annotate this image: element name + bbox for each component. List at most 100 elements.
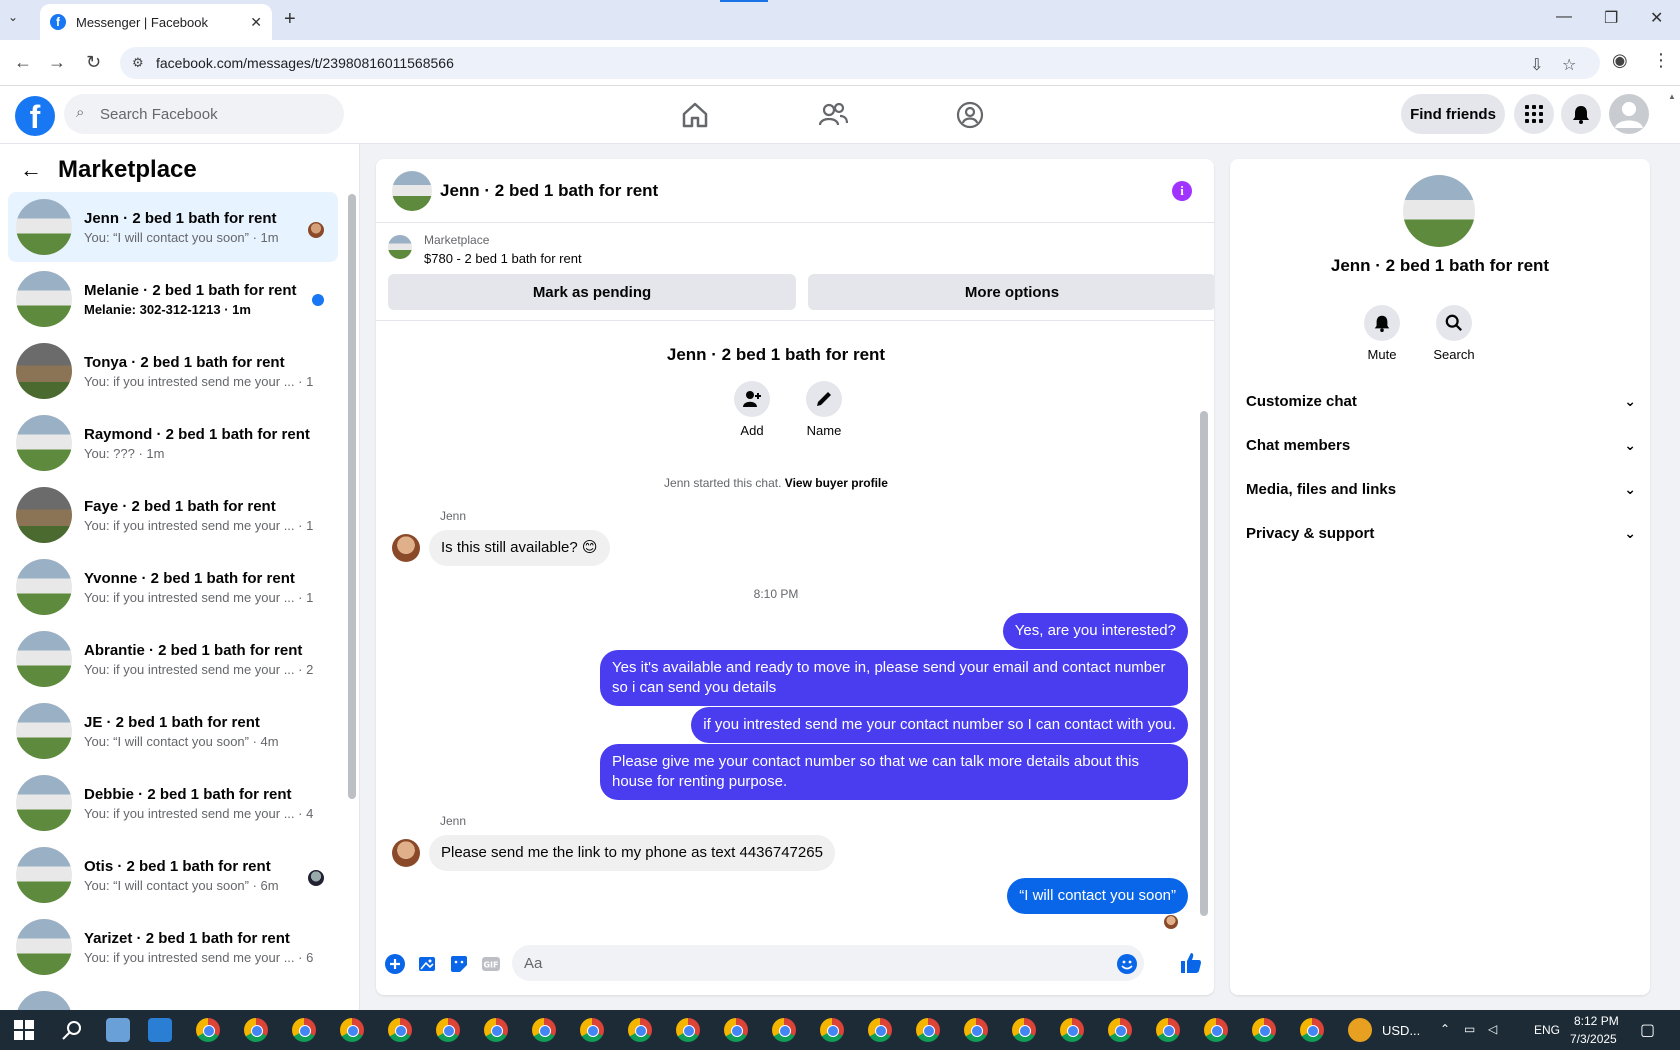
conversation-item[interactable]: Raymond · 2 bed 1 bath for rent You: ??? … (8, 408, 338, 478)
conversation-item[interactable]: Yarizet · 2 bed 1 bath for rent You: if y… (8, 912, 338, 982)
info-icon[interactable]: i (1172, 181, 1192, 201)
emoji-icon[interactable] (1116, 953, 1138, 975)
taskbar-chrome-icon[interactable] (916, 1018, 940, 1042)
gif-icon[interactable]: GIF (480, 953, 502, 975)
taskbar-chrome-icon[interactable] (628, 1018, 652, 1042)
clock-date[interactable]: 7/3/2025 (1570, 1032, 1617, 1046)
taskbar-chrome-icon[interactable] (244, 1018, 268, 1042)
taskbar-chrome-icon[interactable] (1252, 1018, 1276, 1042)
taskbar-chrome-icon[interactable] (580, 1018, 604, 1042)
thread-scrollbar[interactable] (1200, 411, 1208, 916)
listing-thumbnail[interactable] (388, 235, 412, 259)
outgoing-message[interactable]: if you intrested send me your contact nu… (691, 707, 1188, 743)
taskbar-currency-icon[interactable] (1348, 1018, 1372, 1042)
tray-network-icon[interactable]: ▭ (1464, 1022, 1475, 1036)
conversation-item[interactable]: Abrantie · 2 bed 1 bath for rent You: if … (8, 624, 338, 694)
address-bar[interactable]: ⚙ facebook.com/messages/t/23980816011568… (120, 47, 1600, 79)
taskbar-paint-icon[interactable] (106, 1018, 130, 1042)
forward-icon[interactable]: → (48, 52, 66, 73)
conversation-item[interactable]: Debbie · 2 bed 1 bath for rent You: if yo… (8, 768, 338, 838)
incoming-message[interactable]: Please send me the link to my phone as t… (429, 835, 835, 871)
facebook-logo[interactable]: f (15, 96, 55, 136)
back-icon[interactable]: ← (14, 52, 32, 73)
conversation-item[interactable]: Faye · 2 bed 1 bath for rent You: if you … (8, 480, 338, 550)
outgoing-message[interactable]: Yes, are you interested? (1002, 613, 1188, 649)
chat-title[interactable]: Jenn · 2 bed 1 bath for rent (440, 181, 658, 201)
taskbar-chrome-icon[interactable] (964, 1018, 988, 1042)
more-options-button[interactable]: More options (808, 274, 1214, 310)
privacy-support-section[interactable]: Privacy & support ⌄ (1246, 517, 1636, 549)
sender-avatar[interactable] (392, 839, 420, 867)
taskbar-chrome-icon[interactable] (1060, 1018, 1084, 1042)
install-app-icon[interactable]: ⇩ (1530, 55, 1543, 75)
taskbar-chrome-icon[interactable] (1012, 1018, 1036, 1042)
notifications-button[interactable] (1561, 94, 1601, 134)
name-button[interactable]: Name (794, 381, 854, 438)
account-avatar[interactable] (1609, 94, 1649, 134)
currency-widget[interactable]: USD... (1382, 1023, 1420, 1038)
taskbar-chrome-icon[interactable] (292, 1018, 316, 1042)
view-buyer-profile-link[interactable]: View buyer profile (785, 476, 888, 490)
outgoing-message[interactable]: Yes it's available and ready to move in,… (600, 650, 1188, 706)
taskbar-chrome-icon[interactable] (724, 1018, 748, 1042)
taskbar-chrome-icon[interactable] (1300, 1018, 1324, 1042)
page-scroll-up-icon[interactable]: ▲ (1668, 92, 1676, 101)
conversation-item[interactable]: Melanie · 2 bed 1 bath for rent Melanie: … (8, 264, 338, 334)
media-files-links-section[interactable]: Media, files and links ⌄ (1246, 473, 1636, 505)
taskbar-chrome-icon[interactable] (772, 1018, 796, 1042)
taskbar-chrome-icon[interactable] (484, 1018, 508, 1042)
chat-members-section[interactable]: Chat members ⌄ (1246, 429, 1636, 461)
customize-chat-section[interactable]: Customize chat ⌄ (1246, 385, 1636, 417)
taskbar-chrome-icon[interactable] (1156, 1018, 1180, 1042)
browser-menu-icon[interactable]: ⋮ (1652, 50, 1670, 71)
bookmark-star-icon[interactable]: ☆ (1562, 55, 1576, 75)
outgoing-message[interactable]: Please give me your contact number so th… (600, 744, 1188, 800)
profile-icon[interactable]: ◉ (1612, 50, 1628, 71)
message-input[interactable]: Aa (512, 945, 1144, 981)
taskbar-search-icon[interactable] (60, 1018, 84, 1042)
clock-time[interactable]: 8:12 PM (1574, 1014, 1619, 1028)
tab-close-icon[interactable]: ✕ (250, 14, 262, 31)
conversation-item[interactable]: Tonya · 2 bed 1 bath for rent You: if you… (8, 336, 338, 406)
add-button[interactable]: Add (722, 381, 782, 438)
window-close-icon[interactable]: ✕ (1650, 8, 1663, 28)
restore-icon[interactable]: ❐ (1604, 8, 1618, 28)
facebook-search-input[interactable]: ⌕ Search Facebook (64, 94, 344, 134)
conversation-item[interactable]: Stacey · 2 bed 1 bath for rent (8, 984, 338, 1010)
friends-icon[interactable] (818, 100, 848, 130)
sidebar-scrollbar[interactable] (348, 194, 356, 799)
tray-volume-icon[interactable]: ◁ (1488, 1022, 1497, 1036)
photo-icon[interactable] (416, 953, 438, 975)
taskbar-chrome-icon[interactable] (868, 1018, 892, 1042)
outgoing-message[interactable]: “I will contact you soon” (1007, 878, 1188, 914)
like-thumbs-up-icon[interactable] (1179, 951, 1203, 975)
mute-button[interactable]: Mute (1352, 305, 1412, 362)
browser-tab[interactable]: f Messenger | Facebook ✕ (40, 4, 272, 40)
incoming-message[interactable]: Is this still available? 😊 (429, 530, 610, 566)
taskbar-chrome-icon[interactable] (196, 1018, 220, 1042)
listing-price[interactable]: $780 - 2 bed 1 bath for rent (424, 251, 582, 266)
back-arrow-icon[interactable]: ← (20, 157, 42, 183)
menu-grid-icon[interactable] (1514, 94, 1554, 134)
home-icon[interactable] (680, 100, 710, 130)
tab-search-dropdown-icon[interactable]: ⌄ (8, 10, 18, 24)
new-tab-icon[interactable]: + (284, 8, 296, 31)
windows-start-icon[interactable] (12, 1018, 36, 1042)
plus-circle-icon[interactable] (384, 953, 406, 975)
site-info-icon[interactable]: ⚙ (132, 55, 144, 71)
conversation-item[interactable]: Jenn · 2 bed 1 bath for rent You: “I will… (8, 192, 338, 262)
taskbar-chrome-icon[interactable] (1108, 1018, 1132, 1042)
conversation-item[interactable]: Otis · 2 bed 1 bath for rent You: “I will… (8, 840, 338, 910)
taskbar-chrome-icon[interactable] (676, 1018, 700, 1042)
taskbar-chrome-icon[interactable] (1204, 1018, 1228, 1042)
tray-chevron-up-icon[interactable]: ⌃ (1440, 1022, 1450, 1036)
groups-icon[interactable] (955, 100, 985, 130)
notifications-center-icon[interactable]: ▢ (1640, 1020, 1655, 1040)
search-in-chat-button[interactable]: Search (1424, 305, 1484, 362)
chat-avatar[interactable] (392, 170, 432, 211)
taskbar-files-icon[interactable] (148, 1018, 172, 1042)
language-indicator[interactable]: ENG (1534, 1023, 1560, 1037)
taskbar-chrome-icon[interactable] (820, 1018, 844, 1042)
taskbar-chrome-icon[interactable] (436, 1018, 460, 1042)
sender-avatar[interactable] (392, 534, 420, 562)
